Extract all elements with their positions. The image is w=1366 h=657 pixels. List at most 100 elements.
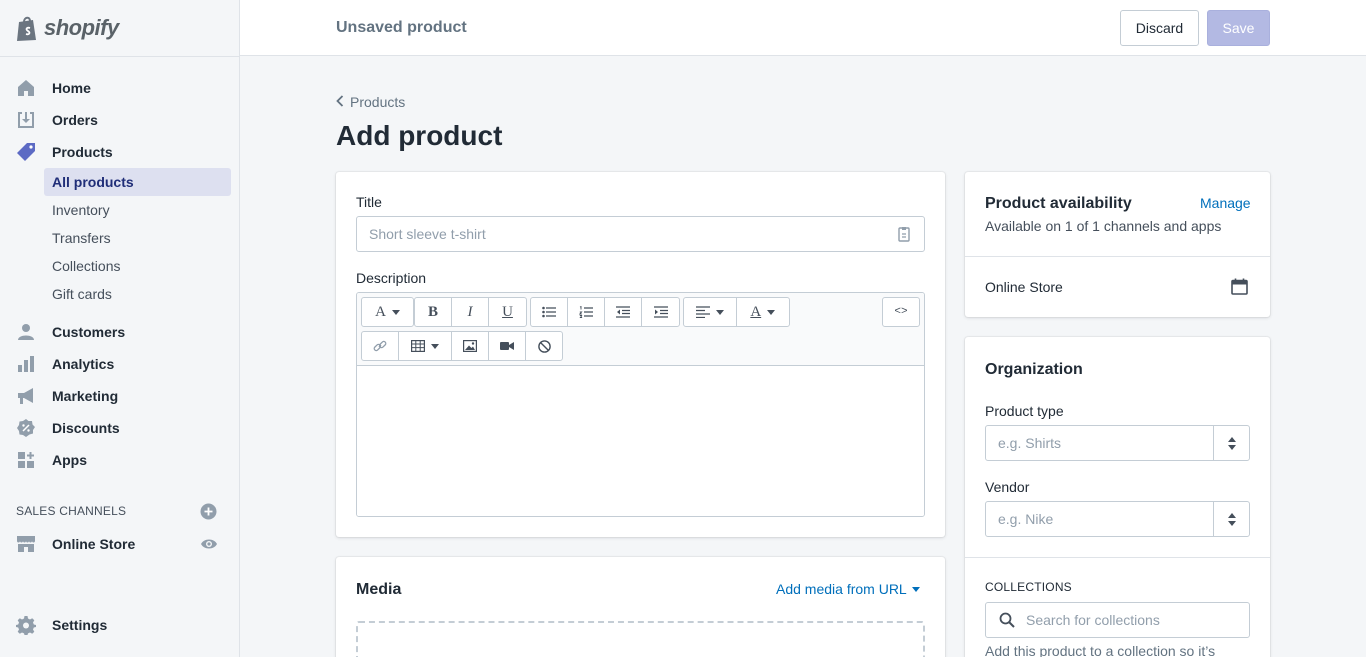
- apps-icon: [16, 450, 36, 470]
- html-toggle: <>: [882, 297, 920, 327]
- sidebar-item-marketing[interactable]: Marketing: [0, 380, 240, 412]
- sidebar-item-orders[interactable]: Orders: [0, 104, 240, 136]
- vendor-label: Vendor: [985, 479, 1030, 495]
- product-details-card: Title Description A B I U: [336, 172, 945, 537]
- bold-button[interactable]: B: [415, 298, 452, 326]
- link-icon: [373, 340, 387, 352]
- collections-search-input[interactable]: [985, 602, 1250, 638]
- description-editor-area[interactable]: [357, 366, 924, 516]
- add-channel-icon[interactable]: [200, 503, 217, 523]
- rich-text-editor: A B I U A <>: [356, 292, 925, 517]
- sidebar-item-label: Marketing: [52, 388, 119, 404]
- italic-button[interactable]: I: [452, 298, 489, 326]
- sidebar-subitem-label: Inventory: [52, 202, 110, 218]
- text-color-icon: A: [750, 303, 762, 320]
- align-dropdown[interactable]: [684, 298, 737, 326]
- calendar-icon[interactable]: [1231, 278, 1248, 298]
- customers-icon: [16, 322, 36, 342]
- eye-icon[interactable]: [200, 537, 218, 554]
- title-input[interactable]: [356, 216, 925, 252]
- caret-down-icon: [431, 343, 439, 349]
- sidebar-subitem-label: Gift cards: [52, 286, 112, 302]
- media-dropzone[interactable]: [356, 621, 925, 657]
- product-type-input[interactable]: [985, 425, 1250, 461]
- table-dropdown[interactable]: [399, 332, 452, 360]
- sidebar-subitem-label: Collections: [52, 258, 121, 274]
- outdent-icon: [616, 306, 630, 318]
- sidebar-subitem-gift-cards[interactable]: Gift cards: [44, 280, 231, 308]
- outdent-button[interactable]: [605, 298, 642, 326]
- gear-icon: [16, 615, 36, 635]
- sidebar-item-label: Home: [52, 80, 91, 96]
- font-dropdown[interactable]: A: [361, 297, 414, 327]
- numbered-list-icon: [579, 306, 593, 318]
- sidebar-item-home[interactable]: Home: [0, 72, 240, 104]
- video-button[interactable]: [489, 332, 526, 360]
- top-bar: Unsaved product Discard Save: [240, 0, 1366, 56]
- media-title: Media: [356, 581, 402, 598]
- organization-title: Organization: [985, 361, 1083, 378]
- unsaved-title: Unsaved product: [336, 19, 467, 36]
- clear-formatting-icon: [537, 339, 551, 353]
- save-button[interactable]: Save: [1207, 10, 1270, 46]
- tag-icon: [16, 142, 36, 162]
- analytics-icon: [16, 354, 36, 374]
- discounts-icon: [16, 418, 36, 438]
- select-arrows-icon[interactable]: [1213, 501, 1250, 537]
- collections-help-text: Add this product to a collection so it’s: [985, 643, 1216, 657]
- italic-icon: I: [467, 303, 473, 320]
- sidebar-item-apps[interactable]: Apps: [0, 444, 240, 476]
- underline-button[interactable]: U: [489, 298, 526, 326]
- discard-button[interactable]: Discard: [1120, 10, 1199, 46]
- code-icon: <>: [894, 306, 908, 318]
- product-type-label: Product type: [985, 403, 1064, 419]
- sidebar-subitem-collections[interactable]: Collections: [44, 252, 231, 280]
- image-icon: [463, 340, 477, 352]
- sidebar-item-label: Online Store: [52, 536, 136, 552]
- sidebar-subitem-all-products[interactable]: All products: [44, 168, 231, 196]
- link-button[interactable]: [362, 332, 399, 360]
- chevron-left-icon: [336, 94, 344, 110]
- clear-formatting-button[interactable]: [526, 332, 562, 360]
- image-button[interactable]: [452, 332, 489, 360]
- manage-link[interactable]: Manage: [1200, 195, 1251, 211]
- section-divider: [965, 256, 1270, 257]
- vendor-input[interactable]: [985, 501, 1250, 537]
- indent-icon: [653, 306, 668, 318]
- availability-subtitle: Available on 1 of 1 channels and apps: [985, 218, 1222, 234]
- title-label: Title: [356, 194, 382, 210]
- caret-down-icon: [715, 309, 724, 315]
- sidebar-subitem-transfers[interactable]: Transfers: [44, 224, 231, 252]
- font-button[interactable]: A: [362, 298, 413, 326]
- brand-name: shopify: [44, 15, 119, 40]
- marketing-icon: [16, 386, 36, 406]
- text-color-dropdown[interactable]: A: [737, 298, 790, 326]
- bullet-list-button[interactable]: [531, 298, 568, 326]
- code-view-button[interactable]: <>: [883, 298, 919, 326]
- sidebar-subitem-inventory[interactable]: Inventory: [44, 196, 231, 224]
- caret-down-icon: [911, 586, 920, 592]
- breadcrumb[interactable]: Products: [336, 94, 405, 110]
- list-group: [530, 297, 680, 327]
- vendor-combobox: [985, 501, 1250, 537]
- shopify-logo[interactable]: shopify: [16, 12, 119, 44]
- add-media-url-link[interactable]: Add media from URL: [776, 581, 920, 597]
- sales-channels-heading: SALES CHANNELS: [16, 504, 127, 518]
- sidebar-item-label: Orders: [52, 112, 98, 128]
- sidebar-item-products[interactable]: Products: [0, 136, 240, 168]
- home-icon: [16, 78, 36, 98]
- indent-button[interactable]: [642, 298, 679, 326]
- sidebar-item-settings[interactable]: Settings: [0, 609, 240, 641]
- select-arrows-icon[interactable]: [1213, 425, 1250, 461]
- sidebar-item-analytics[interactable]: Analytics: [0, 348, 240, 380]
- sidebar-item-label: Apps: [52, 452, 87, 468]
- sidebar-item-customers[interactable]: Customers: [0, 316, 240, 348]
- sidebar-item-discounts[interactable]: Discounts: [0, 412, 240, 444]
- page-title: Add product: [336, 120, 503, 151]
- numbered-list-button[interactable]: [568, 298, 605, 326]
- sidebar: shopify Home Orders Products All product…: [0, 0, 240, 657]
- description-label: Description: [356, 270, 427, 286]
- product-availability-card: Product availability Manage Available on…: [965, 172, 1270, 317]
- availability-title: Product availability: [985, 195, 1132, 212]
- caret-down-icon: [767, 309, 776, 315]
